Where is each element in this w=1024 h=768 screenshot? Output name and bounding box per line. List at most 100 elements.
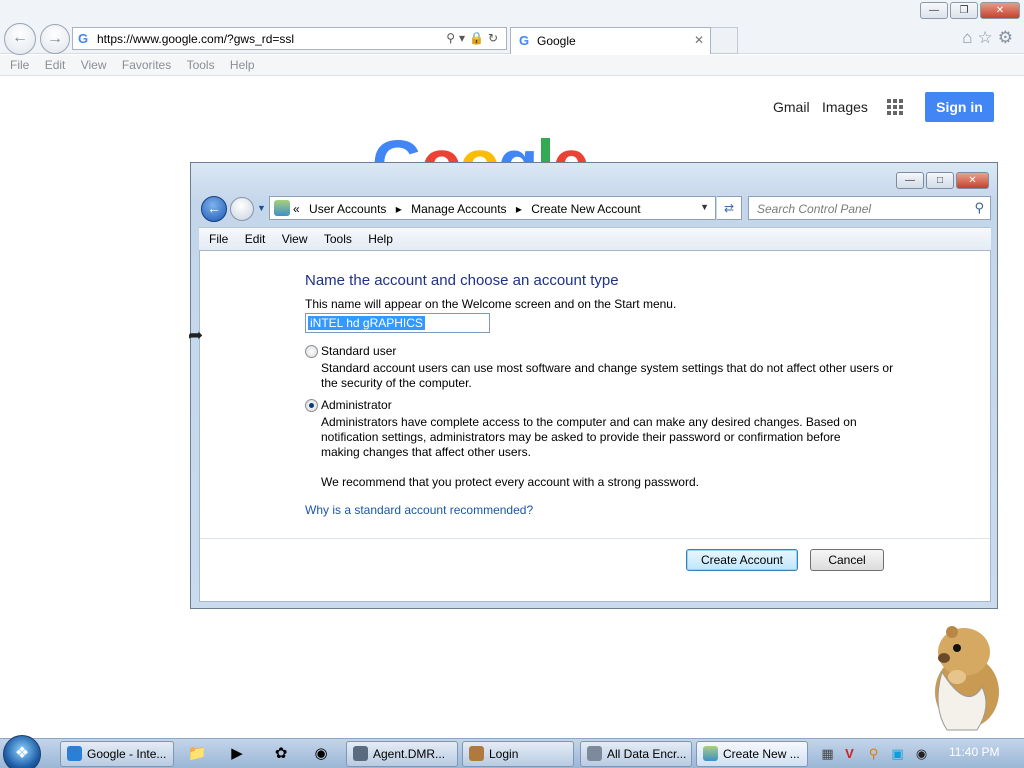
breadcrumb-manage-accounts[interactable]: Manage Accounts	[411, 202, 506, 216]
cp-minimize-button[interactable]: —	[896, 172, 924, 189]
taskbar-item-login[interactable]: Login	[462, 741, 574, 767]
page-subtitle: This name will appear on the Welcome scr…	[305, 297, 677, 311]
recent-pages-dropdown-icon[interactable]: ▼	[257, 203, 266, 213]
taskbar-item-label: Agent.DMR...	[373, 747, 446, 761]
settings-gear-icon[interactable]: ⚙	[998, 28, 1018, 47]
chevron-right-icon[interactable]: ▸	[516, 202, 522, 216]
standard-user-desc-1: Standard account users can use most soft…	[321, 361, 894, 375]
cp-menu-edit[interactable]: Edit	[235, 228, 266, 246]
account-name-input[interactable]: iNTEL hd gRAPHICS	[305, 313, 490, 333]
taskbar-item-create-new[interactable]: Create New ...	[696, 741, 808, 767]
address-url: https://www.google.com/?gws_rd=ssl	[97, 32, 295, 46]
chrome-icon[interactable]: ◉	[302, 741, 340, 767]
home-icon[interactable]: ⌂	[962, 28, 977, 47]
standard-account-help-link[interactable]: Why is a standard account recommended?	[305, 503, 533, 517]
control-panel-window: — □ ✕ ← ▼ « User Accounts ▸ Manage Account…	[190, 162, 998, 609]
menu-edit[interactable]: Edit	[35, 55, 66, 72]
new-tab-button[interactable]	[711, 27, 738, 54]
cp-close-button[interactable]: ✕	[956, 172, 989, 189]
restore-button[interactable]: ❐	[950, 2, 978, 19]
administrator-desc-3: making changes that affect other users.	[321, 445, 531, 459]
search-control-panel-input[interactable]: Search Control Panel ⚲	[748, 196, 991, 220]
user-icon	[469, 746, 484, 762]
address-tools-icon[interactable]: ⚲▾🔒↻	[446, 31, 502, 45]
breadcrumb-user-accounts[interactable]: User Accounts	[309, 202, 386, 216]
breadcrumb-create-new-account[interactable]: Create New Account	[531, 202, 640, 216]
cp-forward-button[interactable]	[230, 197, 254, 221]
search-tray-icon[interactable]: ⚲	[866, 746, 881, 761]
cp-menu-view[interactable]: View	[272, 228, 308, 246]
browser-tab-google[interactable]: G Google ✕	[510, 27, 711, 54]
taskbar-item-label: Google - Inte...	[87, 747, 167, 761]
google-logo: Google	[372, 128, 587, 164]
clock[interactable]: 11:40 PM	[949, 745, 999, 759]
divider	[200, 538, 990, 539]
tray-app-icon[interactable]: ▦	[820, 746, 835, 761]
google-favicon-icon: G	[78, 31, 89, 46]
taskbar-item-encryption[interactable]: All Data Encr...	[580, 741, 692, 767]
administrator-label[interactable]: Administrator	[321, 398, 392, 412]
cp-back-button[interactable]: ←	[201, 196, 227, 222]
cp-window-controls: — □ ✕	[894, 172, 989, 189]
images-link[interactable]: Images	[822, 99, 868, 115]
cp-maximize-button[interactable]: □	[926, 172, 954, 189]
create-account-panel: Name the account and choose an account t…	[199, 250, 991, 602]
browser-window-controls: — ❐ ✕	[918, 2, 1020, 19]
address-dropdown-icon[interactable]: ▼	[700, 202, 709, 212]
search-icon[interactable]: ⚲	[974, 200, 984, 216]
taskbar-item-agent[interactable]: Agent.DMR...	[346, 741, 458, 767]
taskbar-item-ie[interactable]: Google - Inte...	[60, 741, 174, 767]
favorites-star-icon[interactable]: ☆	[978, 28, 998, 47]
record-icon[interactable]: ◉	[914, 746, 929, 761]
taskbar-item-label: Login	[489, 747, 519, 761]
taskbar: ❖ Google - Inte... 📁 ▶ ✿ ◉ Agent.DMR... …	[0, 735, 1024, 768]
browser-tool-icons: ⌂☆⚙	[962, 28, 1018, 48]
gmail-link[interactable]: Gmail	[773, 99, 810, 115]
menu-file[interactable]: File	[0, 55, 29, 72]
forward-button[interactable]: →	[40, 24, 70, 54]
tab-close-icon[interactable]: ✕	[694, 33, 704, 47]
page-title: Name the account and choose an account t…	[305, 272, 619, 289]
breadcrumb: « User Accounts ▸ Manage Accounts ▸ Crea…	[293, 202, 647, 216]
administrator-desc-2: notification settings, administrators ma…	[321, 430, 841, 444]
cp-menu-tools[interactable]: Tools	[314, 228, 352, 246]
explorer-icon[interactable]: 📁	[178, 741, 216, 767]
hamster-mascot-icon	[935, 626, 999, 731]
back-button[interactable]: ←	[4, 23, 36, 55]
sign-in-button[interactable]: Sign in	[925, 92, 994, 122]
window-icon	[587, 746, 602, 762]
apps-grid-icon[interactable]	[887, 99, 903, 115]
firefox-icon[interactable]: ✿	[262, 741, 300, 767]
browser-toolbar: — ❐ ✕ ← → G https://www.google.com/?gws_rd…	[0, 0, 1024, 55]
cp-menu-file[interactable]: File	[199, 228, 228, 246]
refresh-button[interactable]: ⇄	[717, 196, 742, 220]
create-account-button[interactable]: Create Account	[686, 549, 798, 571]
minimize-button[interactable]: —	[920, 2, 948, 19]
cp-address-bar[interactable]: « User Accounts ▸ Manage Accounts ▸ Crea…	[269, 196, 716, 220]
browser-menubar: File Edit View Favorites Tools Help	[0, 55, 1024, 76]
cp-menu-help[interactable]: Help	[358, 228, 393, 246]
account-name-value: iNTEL hd gRAPHICS	[308, 316, 425, 330]
breadcrumb-overflow-icon[interactable]: «	[293, 202, 300, 216]
menu-view[interactable]: View	[71, 55, 107, 72]
monitor-icon[interactable]: ▣	[890, 746, 905, 761]
search-placeholder: Search Control Panel	[757, 202, 872, 216]
menu-favorites[interactable]: Favorites	[112, 55, 171, 72]
taskbar-item-label: Create New ...	[723, 747, 800, 761]
start-button[interactable]: ❖	[3, 735, 41, 768]
control-panel-icon	[703, 746, 718, 762]
mouse-cursor-icon: ➦	[188, 325, 204, 345]
media-player-icon[interactable]: ▶	[218, 741, 256, 767]
standard-user-label[interactable]: Standard user	[321, 344, 396, 358]
standard-user-desc-2: the security of the computer.	[321, 376, 472, 390]
tab-title: Google	[537, 34, 576, 48]
menu-help[interactable]: Help	[220, 55, 255, 72]
antivirus-icon[interactable]: V	[842, 746, 857, 761]
standard-user-radio[interactable]	[305, 345, 318, 358]
chevron-right-icon[interactable]: ▸	[396, 202, 402, 216]
menu-tools[interactable]: Tools	[177, 55, 215, 72]
close-button[interactable]: ✕	[980, 2, 1020, 19]
cancel-button[interactable]: Cancel	[810, 549, 884, 571]
address-bar[interactable]: G https://www.google.com/?gws_rd=ssl ⚲▾🔒…	[72, 27, 507, 50]
administrator-radio[interactable]	[305, 399, 318, 412]
